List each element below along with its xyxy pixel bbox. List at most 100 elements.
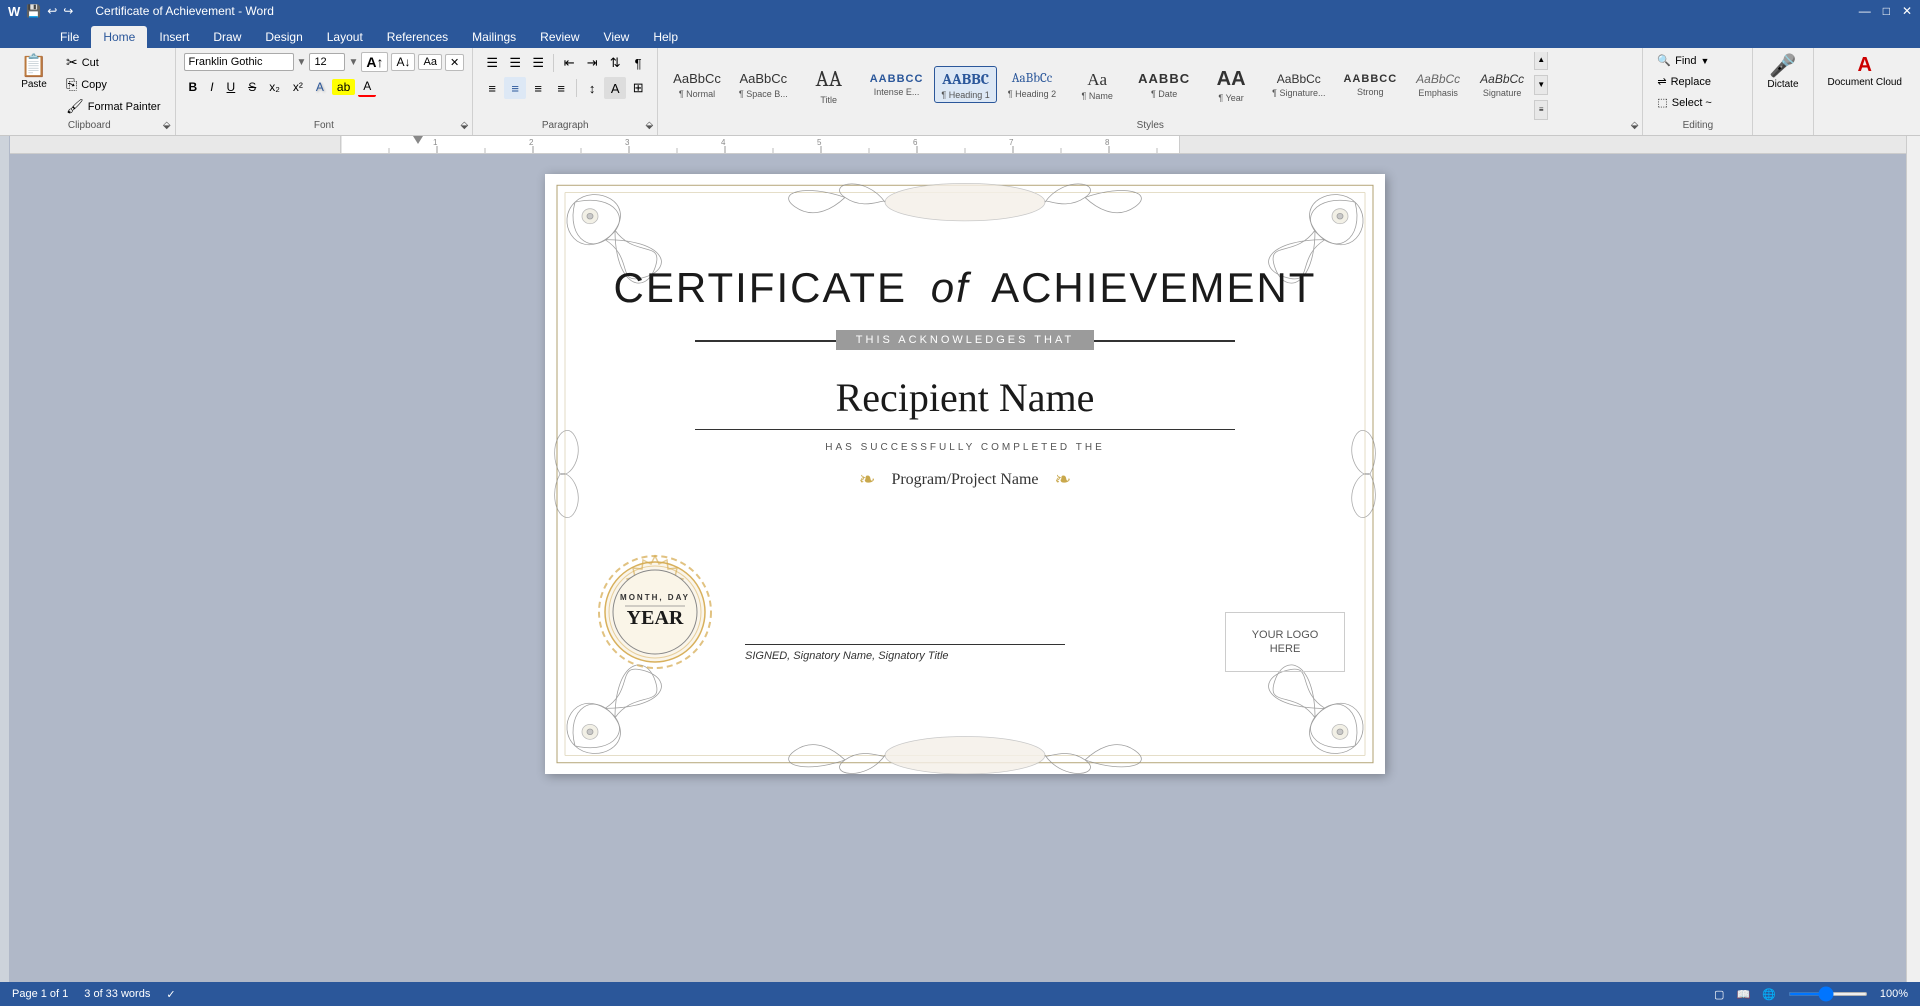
style-intense-e[interactable]: AABBCC Intense E... <box>863 69 931 100</box>
shading-button[interactable]: A <box>604 77 626 99</box>
justify-button[interactable]: ≡ <box>550 77 572 99</box>
paragraph-group-label: Paragraph <box>473 120 657 131</box>
tab-view[interactable]: View <box>592 26 642 48</box>
show-marks-button[interactable]: ¶ <box>627 52 649 74</box>
select-button[interactable]: ⬚ Select ~ <box>1651 94 1717 111</box>
zoom-slider[interactable] <box>1788 992 1868 996</box>
style-signature-line-preview: AaBbCc <box>1277 71 1321 88</box>
font-shrink-button[interactable]: A↓ <box>391 53 415 71</box>
font-size-dropdown-icon[interactable]: ▼ <box>348 57 358 68</box>
document-area: CERTIFICATE of ACHIEVEMENT THIS ACKNOWLE… <box>0 154 1920 982</box>
style-emphasis[interactable]: AaBbCc Emphasis <box>1408 68 1468 101</box>
bullets-button[interactable]: ☰ <box>481 52 503 74</box>
clipboard-expand-icon[interactable]: ⬙ <box>163 120 171 131</box>
paragraph-expand-icon[interactable]: ⬙ <box>645 120 653 131</box>
font-grow-button[interactable]: A↑ <box>361 52 388 72</box>
minimize-btn[interactable]: — <box>1859 4 1871 18</box>
superscript-button[interactable]: x² <box>288 78 308 96</box>
borders-button[interactable]: ⊞ <box>627 77 649 99</box>
cert-logo-placeholder[interactable]: YOUR LOGOHERE <box>1225 612 1345 672</box>
cert-recipient-name[interactable]: Recipient Name <box>836 374 1095 421</box>
title-bar-right: — □ ✕ <box>1859 4 1912 18</box>
view-print-layout[interactable]: ▢ <box>1714 988 1724 1001</box>
styles-scroll-down[interactable]: ▼ <box>1534 75 1548 95</box>
style-title[interactable]: AA Title <box>799 61 859 108</box>
tab-layout[interactable]: Layout <box>315 26 375 48</box>
style-signature2[interactable]: AaBbCc Signature <box>1472 68 1532 101</box>
restore-btn[interactable]: □ <box>1883 4 1890 18</box>
cert-program-name[interactable]: Program/Project Name <box>891 471 1038 489</box>
tab-design[interactable]: Design <box>253 26 314 48</box>
tab-file[interactable]: File <box>48 26 91 48</box>
style-space-b[interactable]: AaBbCc ¶ Space B... <box>732 67 795 101</box>
decrease-indent-button[interactable]: ⇤ <box>558 52 580 74</box>
style-normal[interactable]: AaBbCc ¶ Normal <box>666 67 728 101</box>
adobe-button[interactable]: A Document Cloud <box>1822 52 1908 103</box>
tab-insert[interactable]: Insert <box>147 26 201 48</box>
cert-seal: MONTH, DAY YEAR <box>595 552 715 672</box>
strikethrough-button[interactable]: S <box>243 78 261 96</box>
tab-mailings[interactable]: Mailings <box>460 26 528 48</box>
style-heading2[interactable]: AaBbCc ¶ Heading 2 <box>1001 67 1063 101</box>
dictate-group: 🎤 Dictate <box>1753 48 1813 135</box>
styles-expand-icon[interactable]: ⬙ <box>1631 120 1639 131</box>
tab-home[interactable]: Home <box>91 26 147 48</box>
quick-access-save[interactable]: 💾 <box>26 4 41 18</box>
align-center-button[interactable]: ≡ <box>504 77 526 99</box>
quick-access-redo[interactable]: ↪ <box>63 4 73 18</box>
dictate-button[interactable]: 🎤 Dictate <box>1761 52 1804 105</box>
clear-format-button[interactable]: ✕ <box>445 54 464 71</box>
tab-help[interactable]: Help <box>641 26 690 48</box>
sort-button[interactable]: ⇅ <box>604 52 626 74</box>
view-read-mode[interactable]: 📖 <box>1736 988 1750 1001</box>
replace-button[interactable]: ⇌ Replace <box>1651 73 1717 90</box>
para-row2: ≡ ≡ ≡ ≡ ↕ A ⊞ <box>481 77 649 99</box>
align-left-button[interactable]: ≡ <box>481 77 503 99</box>
style-title-preview: AA <box>816 64 842 95</box>
find-button[interactable]: 🔍 Find ▼ <box>1651 52 1717 69</box>
align-right-button[interactable]: ≡ <box>527 77 549 99</box>
font-name-dropdown-icon[interactable]: ▼ <box>297 57 307 68</box>
change-case-button[interactable]: Aa <box>418 54 441 70</box>
numbering-button[interactable]: ☰ <box>504 52 526 74</box>
paste-button[interactable]: 📋 Paste <box>12 52 56 107</box>
close-btn[interactable]: ✕ <box>1902 4 1912 18</box>
font-name-field[interactable]: Franklin Gothic <box>184 53 294 71</box>
font-expand-icon[interactable]: ⬙ <box>460 120 468 131</box>
style-signature-line[interactable]: AaBbCc ¶ Signature... <box>1265 68 1332 101</box>
copy-button[interactable]: ⎘ Copy <box>60 74 167 95</box>
editing-group: 🔍 Find ▼ ⇌ Replace ⬚ Select ~ Editing <box>1643 48 1753 135</box>
multilevel-button[interactable]: ☰ <box>527 52 549 74</box>
style-name[interactable]: Aa ¶ Name <box>1067 65 1127 105</box>
bold-button[interactable]: B <box>184 78 203 96</box>
increase-indent-button[interactable]: ⇥ <box>581 52 603 74</box>
format-painter-button[interactable]: 🖌 Format Painter <box>60 96 167 117</box>
style-strong-label: Strong <box>1357 87 1384 97</box>
svg-text:7: 7 <box>1009 138 1014 147</box>
styles-group: AaBbCc ¶ Normal AaBbCc ¶ Space B... AA T… <box>658 48 1643 135</box>
italic-button[interactable]: I <box>205 78 218 96</box>
font-size-field[interactable]: 12 <box>309 53 345 71</box>
style-heading1[interactable]: AABBC ¶ Heading 1 <box>934 66 996 103</box>
acknowledges-row: THIS ACKNOWLEDGES THAT <box>695 330 1235 352</box>
style-strong[interactable]: AABBCC Strong <box>1336 69 1404 100</box>
quick-access-undo[interactable]: ↩ <box>47 4 57 18</box>
line-spacing-button[interactable]: ↕ <box>581 77 603 99</box>
word-document[interactable]: CERTIFICATE of ACHIEVEMENT THIS ACKNOWLE… <box>545 174 1385 774</box>
subscript-button[interactable]: x₂ <box>264 78 285 96</box>
tab-draw[interactable]: Draw <box>201 26 253 48</box>
tab-review[interactable]: Review <box>528 26 591 48</box>
styles-scroll-up[interactable]: ▲ <box>1534 52 1548 70</box>
font-color-button[interactable]: A <box>358 77 376 97</box>
tab-references[interactable]: References <box>375 26 460 48</box>
vertical-scrollbar[interactable] <box>1906 136 1920 982</box>
view-web-layout[interactable]: 🌐 <box>1762 988 1776 1001</box>
style-year[interactable]: AA ¶ Year <box>1201 62 1261 106</box>
style-signature-line-label: ¶ Signature... <box>1272 88 1325 98</box>
text-effects-button[interactable]: A <box>311 78 329 96</box>
styles-gallery-expand[interactable]: ≡ <box>1534 100 1548 120</box>
style-date[interactable]: AABBC ¶ Date <box>1131 67 1197 101</box>
cut-button[interactable]: ✂ Cut <box>60 52 167 73</box>
underline-button[interactable]: U <box>222 78 241 96</box>
highlight-button[interactable]: ab <box>332 79 355 95</box>
